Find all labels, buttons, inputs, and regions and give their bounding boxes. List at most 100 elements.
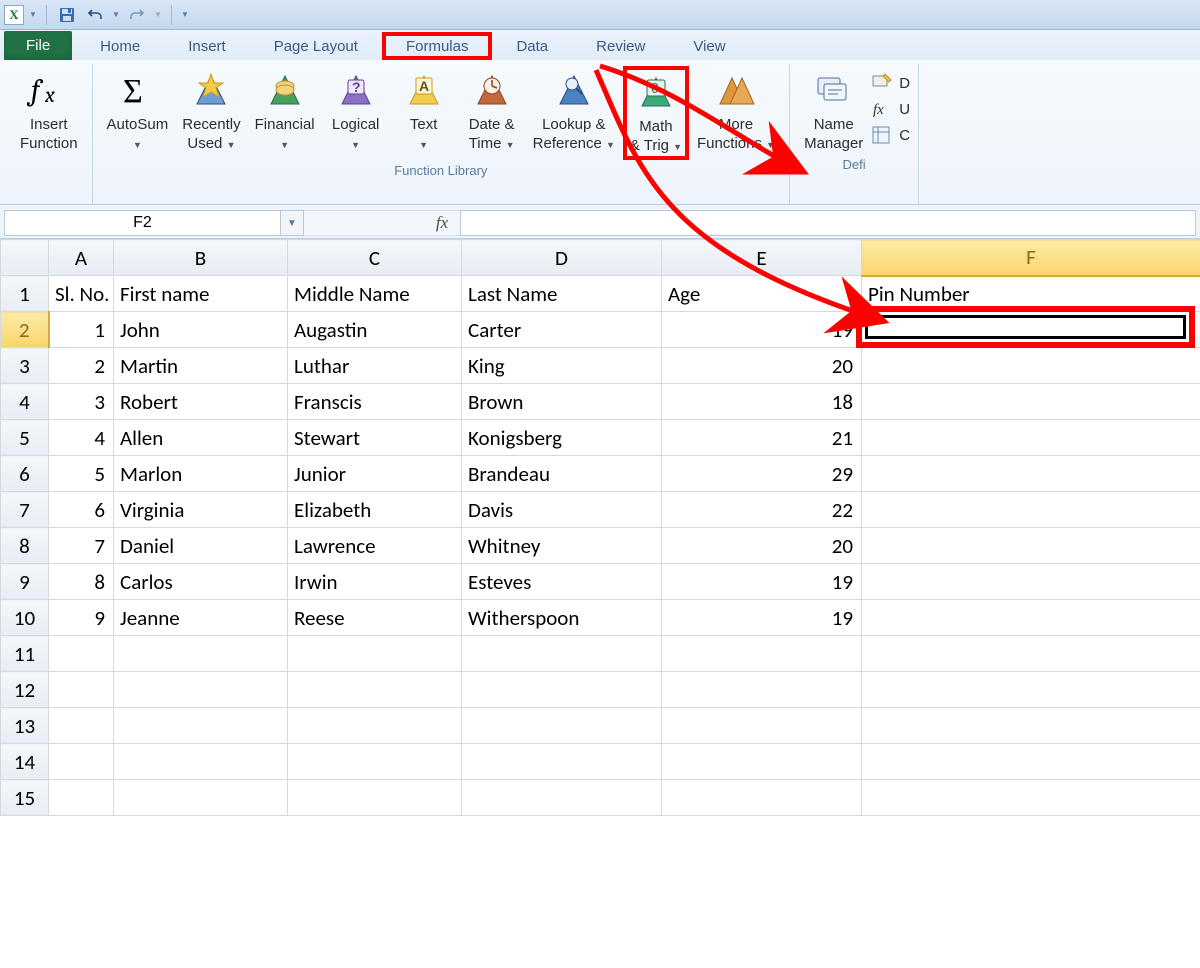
use-in-formula-button[interactable]: fxU — [871, 96, 910, 122]
cell[interactable] — [462, 672, 662, 708]
cell[interactable] — [114, 636, 288, 672]
cell[interactable]: Martin — [114, 348, 288, 384]
cell[interactable]: Daniel — [114, 528, 288, 564]
lookup-reference-button[interactable]: Lookup & Reference ▼ — [527, 66, 621, 160]
cell[interactable]: Lawrence — [288, 528, 462, 564]
name-box[interactable]: F2 — [4, 210, 280, 236]
tab-file[interactable]: File — [4, 31, 72, 60]
cell[interactable]: Luthar — [288, 348, 462, 384]
column-header-D[interactable]: D — [462, 240, 662, 276]
cell[interactable] — [462, 744, 662, 780]
cell[interactable] — [662, 636, 862, 672]
row-header[interactable]: 5 — [1, 420, 49, 456]
text-button[interactable]: A Text▼ — [391, 66, 457, 160]
cell[interactable]: 20 — [662, 348, 862, 384]
row-header[interactable]: 13 — [1, 708, 49, 744]
cell[interactable] — [49, 780, 114, 816]
cell[interactable]: 2 — [49, 348, 114, 384]
cell[interactable] — [662, 744, 862, 780]
cell[interactable]: Middle Name — [288, 276, 462, 312]
logical-button[interactable]: ? Logical▼ — [323, 66, 389, 160]
cell[interactable]: Virginia — [114, 492, 288, 528]
row-header[interactable]: 1 — [1, 276, 49, 312]
fx-icon[interactable]: fx — [424, 210, 460, 236]
cell[interactable] — [662, 708, 862, 744]
row-header[interactable]: 2 — [1, 312, 49, 348]
cell[interactable]: Carlos — [114, 564, 288, 600]
cell[interactable] — [288, 780, 462, 816]
cell[interactable] — [862, 384, 1200, 420]
cell[interactable]: 22 — [662, 492, 862, 528]
cell[interactable]: 7 — [49, 528, 114, 564]
cell[interactable] — [662, 780, 862, 816]
cell[interactable]: Brown — [462, 384, 662, 420]
define-name-button[interactable]: D — [871, 70, 910, 96]
cell[interactable]: Witherspoon — [462, 600, 662, 636]
recently-used-button[interactable]: Recently Used ▼ — [176, 66, 246, 160]
row-header[interactable]: 8 — [1, 528, 49, 564]
cell[interactable]: Allen — [114, 420, 288, 456]
cell-F2[interactable] — [862, 312, 1200, 348]
tab-page-layout[interactable]: Page Layout — [250, 32, 382, 60]
cell[interactable] — [862, 420, 1200, 456]
cell[interactable] — [114, 780, 288, 816]
cell[interactable]: Age — [662, 276, 862, 312]
row-header[interactable]: 10 — [1, 600, 49, 636]
save-icon[interactable] — [55, 4, 79, 26]
row-header[interactable]: 6 — [1, 456, 49, 492]
cell[interactable]: Augastin — [288, 312, 462, 348]
cell[interactable]: Franscis — [288, 384, 462, 420]
cell[interactable]: 1 — [49, 312, 114, 348]
cell[interactable] — [288, 744, 462, 780]
cell[interactable]: 6 — [49, 492, 114, 528]
math-trig-button[interactable]: θ Math & Trig ▼ — [623, 66, 689, 160]
row-header[interactable]: 4 — [1, 384, 49, 420]
formula-input[interactable] — [460, 210, 1196, 236]
cell[interactable] — [462, 780, 662, 816]
cell[interactable]: Junior — [288, 456, 462, 492]
cell[interactable]: Pin Number — [862, 276, 1200, 312]
financial-button[interactable]: Financial▼ — [249, 66, 321, 160]
cell[interactable]: 4 — [49, 420, 114, 456]
cell[interactable] — [288, 708, 462, 744]
cell[interactable] — [862, 636, 1200, 672]
cell[interactable]: 19 — [662, 564, 862, 600]
cell[interactable]: 29 — [662, 456, 862, 492]
cell[interactable]: Elizabeth — [288, 492, 462, 528]
tab-data[interactable]: Data — [492, 32, 572, 60]
undo-dropdown[interactable]: ▼ — [111, 10, 121, 19]
cell[interactable]: 8 — [49, 564, 114, 600]
cell[interactable] — [862, 564, 1200, 600]
cell[interactable]: First name — [114, 276, 288, 312]
row-header[interactable]: 15 — [1, 780, 49, 816]
cell[interactable] — [114, 708, 288, 744]
qat-customize-dropdown[interactable]: ▼ — [180, 10, 190, 19]
cell[interactable] — [462, 708, 662, 744]
tab-insert[interactable]: Insert — [164, 32, 250, 60]
tab-view[interactable]: View — [669, 32, 749, 60]
column-header-E[interactable]: E — [662, 240, 862, 276]
column-header-A[interactable]: A — [49, 240, 114, 276]
column-header-B[interactable]: B — [114, 240, 288, 276]
cell[interactable] — [862, 780, 1200, 816]
more-functions-button[interactable]: More Functions ▼ — [691, 66, 781, 160]
column-header-F[interactable]: F — [862, 240, 1200, 276]
cell[interactable]: Irwin — [288, 564, 462, 600]
date-time-button[interactable]: Date & Time ▼ — [459, 66, 525, 160]
cell[interactable]: 3 — [49, 384, 114, 420]
cell[interactable]: Esteves — [462, 564, 662, 600]
cell[interactable] — [862, 492, 1200, 528]
cell[interactable]: 19 — [662, 600, 862, 636]
cell[interactable]: Marlon — [114, 456, 288, 492]
row-header[interactable]: 11 — [1, 636, 49, 672]
row-header[interactable]: 9 — [1, 564, 49, 600]
cell[interactable]: 9 — [49, 600, 114, 636]
cell[interactable]: 18 — [662, 384, 862, 420]
cell[interactable]: Reese — [288, 600, 462, 636]
cell[interactable]: Brandeau — [462, 456, 662, 492]
cell[interactable] — [862, 348, 1200, 384]
row-header[interactable]: 7 — [1, 492, 49, 528]
tab-review[interactable]: Review — [572, 32, 669, 60]
tab-formulas[interactable]: Formulas — [382, 32, 493, 60]
cell[interactable]: 21 — [662, 420, 862, 456]
